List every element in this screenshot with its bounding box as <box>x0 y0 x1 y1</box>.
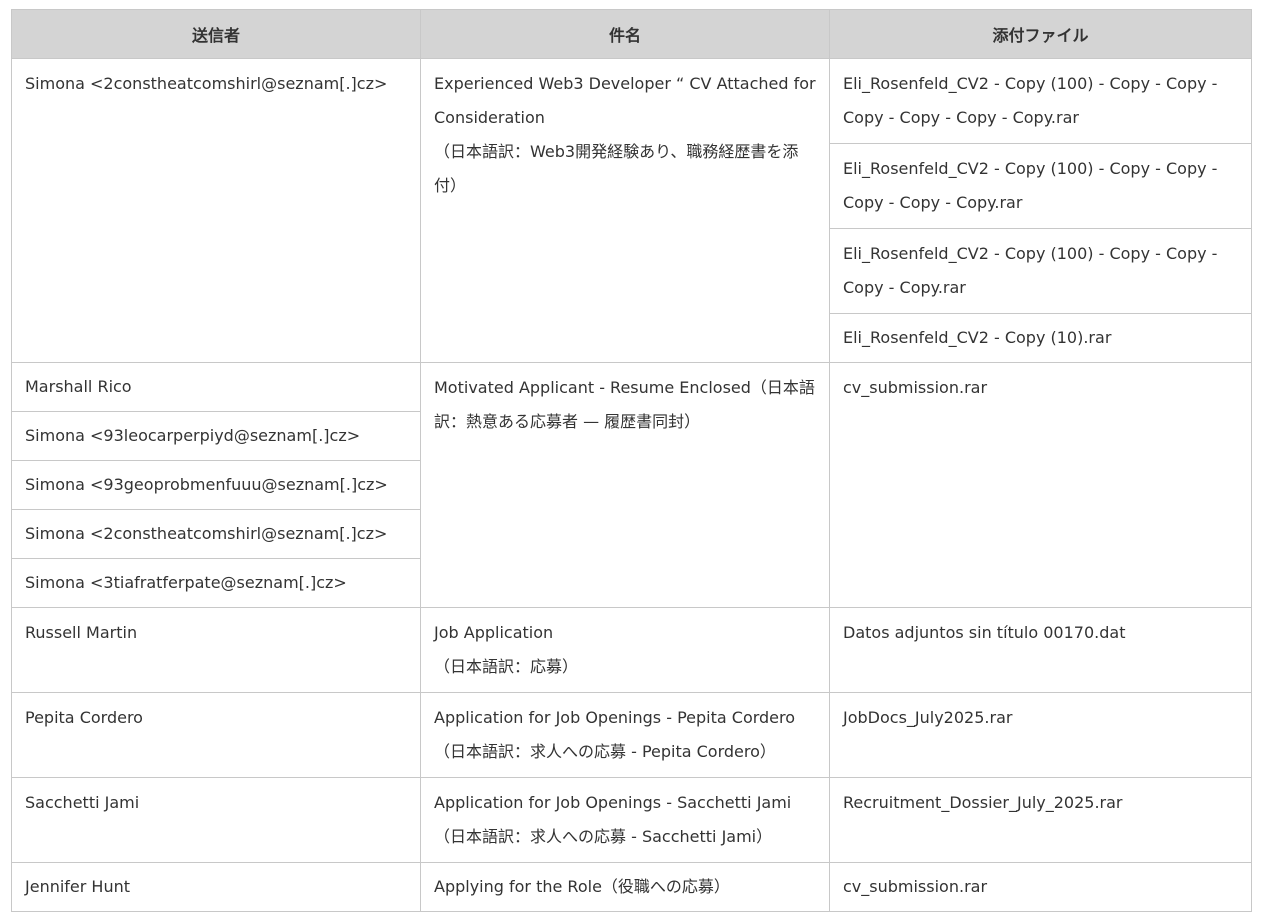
sender-cell: Simona <93geoprobmenfuuu@seznam[.]cz> <box>11 460 421 510</box>
subject-cell: Application for Job Openings - Sacchetti… <box>420 777 830 863</box>
attachment-cell: Eli_Rosenfeld_CV2 - Copy (100) - Copy - … <box>829 228 1252 314</box>
subject-cell: Job Application （日本語訳：応募） <box>420 607 830 693</box>
table-row: Jennifer Hunt Applying for the Role（役職への… <box>11 862 1252 912</box>
attachment-cell: Recruitment_Dossier_July_2025.rar <box>829 777 1252 863</box>
subject-cell: Applying for the Role（役職への応募） <box>420 862 830 912</box>
sender-cell: Marshall Rico <box>11 362 421 412</box>
attachment-cell: Eli_Rosenfeld_CV2 - Copy (10).rar <box>829 313 1252 363</box>
header-attachment: 添付ファイル <box>829 9 1252 59</box>
header-sender: 送信者 <box>11 9 421 59</box>
sender-cell: Jennifer Hunt <box>11 862 421 912</box>
subject-translation: （日本語訳：Web3開発経験あり、職務経歴書を添付） <box>434 142 799 195</box>
subject-translation: （日本語訳：応募） <box>434 657 579 676</box>
subject-text: Application for Job Openings - Pepita Co… <box>434 708 796 727</box>
sender-cell: Sacchetti Jami <box>11 777 421 863</box>
subject-cell: Application for Job Openings - Pepita Co… <box>420 692 830 778</box>
subject-text: Job Application <box>434 623 554 642</box>
subject-translation: （日本語訳：求人への応募 - Pepita Cordero） <box>434 742 776 761</box>
subject-text: Motivated Applicant - Resume Enclosed（日本… <box>434 378 815 431</box>
subject-text: Application for Job Openings - Sacchetti… <box>434 793 792 812</box>
header-row: 送信者 件名 添付ファイル <box>11 9 1252 59</box>
sender-cell: Simona <2constheatcomshirl@seznam[.]cz> <box>11 509 421 559</box>
table-row: Russell Martin Job Application （日本語訳：応募）… <box>11 607 1252 693</box>
attachment-cell: cv_submission.rar <box>829 362 1252 608</box>
sender-cell: Simona <3tiafratferpate@seznam[.]cz> <box>11 558 421 608</box>
sender-name: Simona <2constheatcomshirl@seznam[.]cz> <box>25 74 388 93</box>
attachment-cell: JobDocs_July2025.rar <box>829 692 1252 778</box>
sender-cell: Pepita Cordero <box>11 692 421 778</box>
sender-cell: Simona <93leocarperpiyd@seznam[.]cz> <box>11 411 421 461</box>
email-table: 送信者 件名 添付ファイル Simona <2constheatcomshirl… <box>11 9 1252 912</box>
table-row: Marshall Rico Motivated Applicant - Resu… <box>11 362 1252 608</box>
header-subject: 件名 <box>420 9 830 59</box>
table-row: Simona <2constheatcomshirl@seznam[.]cz> … <box>11 58 1252 363</box>
sender-cell: Simona <2constheatcomshirl@seznam[.]cz> <box>11 58 421 363</box>
table-row: Sacchetti Jami Application for Job Openi… <box>11 777 1252 863</box>
subject-translation: （日本語訳：求人への応募 - Sacchetti Jami） <box>434 827 773 846</box>
subject-cell: Experienced Web3 Developer “ CV Attached… <box>420 58 830 363</box>
sender-cell: Russell Martin <box>11 607 421 693</box>
subject-text: Experienced Web3 Developer “ CV Attached… <box>434 74 816 127</box>
attachment-cell: Datos adjuntos sin título 00170.dat <box>829 607 1252 693</box>
attachment-cell: Eli_Rosenfeld_CV2 - Copy (100) - Copy - … <box>829 143 1252 229</box>
attachment-cell: cv_submission.rar <box>829 862 1252 912</box>
attachment-cell: Eli_Rosenfeld_CV2 - Copy (100) - Copy - … <box>829 58 1252 144</box>
subject-cell: Motivated Applicant - Resume Enclosed（日本… <box>420 362 830 608</box>
table-row: Pepita Cordero Application for Job Openi… <box>11 692 1252 778</box>
